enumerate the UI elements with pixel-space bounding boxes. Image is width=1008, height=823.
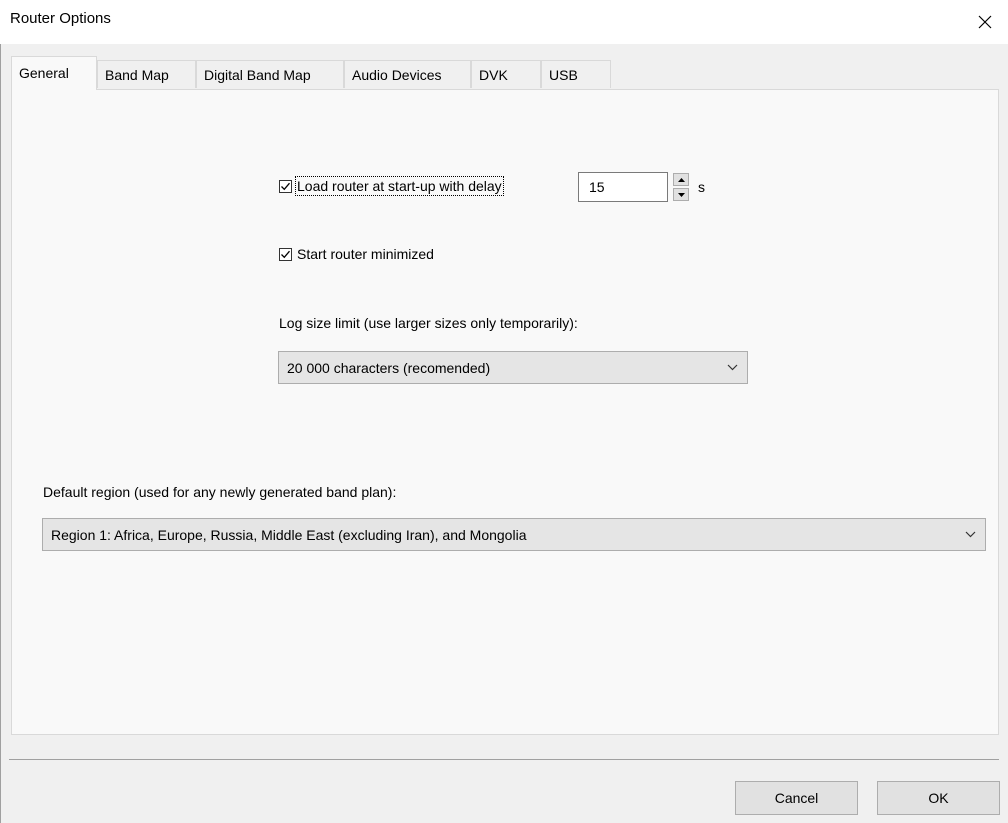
checkmark-icon <box>281 182 290 190</box>
start-minimized-checkbox-row[interactable]: Start router minimized <box>279 246 434 262</box>
ok-button[interactable]: OK <box>877 781 1000 815</box>
close-icon <box>978 15 992 29</box>
spin-up-button[interactable] <box>673 173 689 186</box>
start-minimized-checkbox[interactable] <box>279 247 292 261</box>
up-arrow-icon <box>677 177 685 182</box>
delay-input[interactable] <box>578 172 668 202</box>
log-size-dropdown[interactable]: 20 000 characters (recomended) <box>278 351 748 384</box>
tab-general[interactable]: General <box>11 56 97 90</box>
tab-digital-band-map[interactable]: Digital Band Map <box>196 60 344 88</box>
default-region-value: Region 1: Africa, Europe, Russia, Middle… <box>51 526 527 543</box>
tab-band-map[interactable]: Band Map <box>97 60 196 88</box>
delay-spinner <box>673 173 689 201</box>
delay-unit: s <box>698 179 705 195</box>
default-region-label: Default region (used for any newly gener… <box>43 484 397 500</box>
load-router-checkbox-row[interactable]: Load router at start-up with delay <box>279 176 504 196</box>
load-router-checkbox[interactable] <box>279 179 292 193</box>
footer-separator <box>9 759 999 760</box>
general-tab-panel <box>11 89 999 735</box>
tab-usb[interactable]: USB <box>541 60 611 88</box>
load-router-label: Load router at start-up with delay <box>295 176 504 196</box>
checkmark-icon <box>281 250 290 258</box>
log-size-label: Log size limit (use larger sizes only te… <box>279 315 578 331</box>
window-border <box>0 44 1 823</box>
default-region-dropdown[interactable]: Region 1: Africa, Europe, Russia, Middle… <box>42 518 986 551</box>
log-size-value: 20 000 characters (recomended) <box>287 359 491 376</box>
close-button[interactable] <box>962 0 1008 44</box>
start-minimized-label: Start router minimized <box>297 246 434 262</box>
down-arrow-icon <box>677 192 685 197</box>
cancel-button[interactable]: Cancel <box>735 781 858 815</box>
chevron-down-icon <box>955 519 985 550</box>
window-title: Router Options <box>10 10 111 27</box>
tab-dvk[interactable]: DVK <box>471 60 541 88</box>
title-bar: Router Options <box>0 0 1008 44</box>
tab-audio-devices[interactable]: Audio Devices <box>344 60 471 88</box>
spin-down-button[interactable] <box>673 188 689 201</box>
chevron-down-icon <box>717 352 747 383</box>
